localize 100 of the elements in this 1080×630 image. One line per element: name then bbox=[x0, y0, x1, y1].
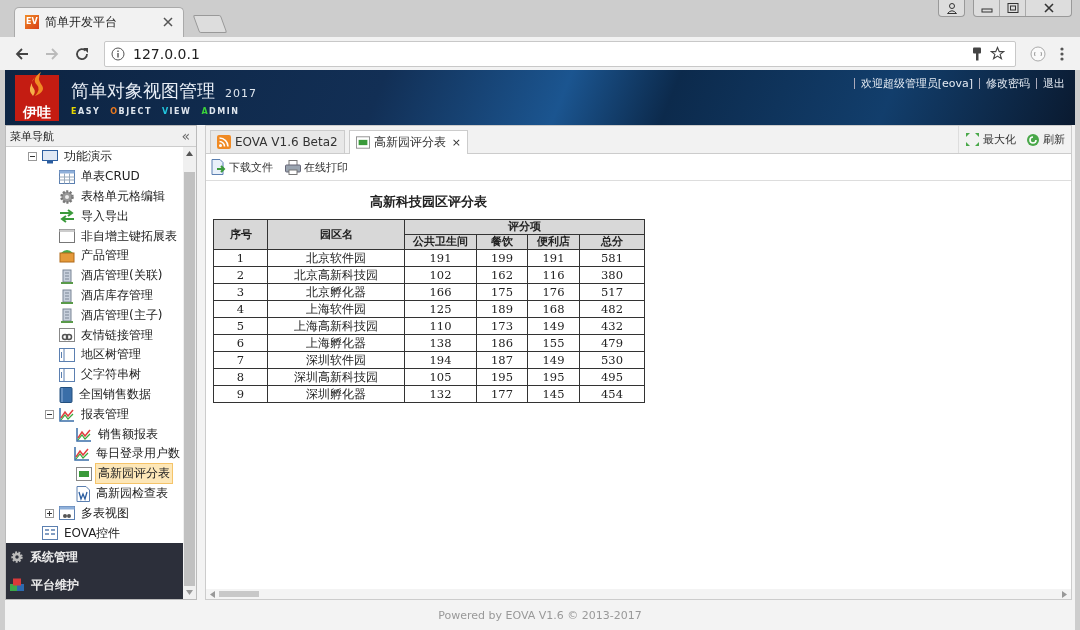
table-cell: 482 bbox=[579, 300, 645, 318]
restore-icon bbox=[1006, 2, 1019, 14]
toolbar-button[interactable]: 刷新 bbox=[1026, 132, 1065, 148]
tree-item[interactable]: 每日登录用户数 bbox=[93, 443, 183, 465]
collapse-toggle[interactable] bbox=[28, 152, 37, 162]
tree-item[interactable]: 高新园检查表 bbox=[93, 483, 171, 504]
table-cell: 191 bbox=[527, 249, 580, 267]
tree-item[interactable]: 酒店库存管理 bbox=[78, 285, 156, 307]
table-cell: 深圳软件园 bbox=[267, 351, 405, 369]
menu-icon[interactable] bbox=[1060, 45, 1064, 62]
table-cell: 上海高新科技园 bbox=[267, 317, 405, 335]
table-cell: 6 bbox=[213, 334, 268, 352]
app-year: 2017 bbox=[225, 87, 257, 101]
tree-item[interactable]: 产品管理 bbox=[78, 245, 132, 267]
table-cell: 7 bbox=[213, 351, 268, 369]
collapse-toggle[interactable] bbox=[45, 409, 54, 419]
column-group-header: 评分项 bbox=[404, 219, 645, 235]
list-icon bbox=[59, 367, 75, 382]
tab[interactable]: EOVA V1.6 Beta2 bbox=[210, 130, 345, 154]
tree-item[interactable]: 父字符串树 bbox=[78, 364, 144, 386]
table-cell: 5 bbox=[213, 317, 268, 335]
table-cell: 517 bbox=[579, 283, 645, 301]
browser-tab[interactable]: EV 简单开发平台 bbox=[14, 7, 184, 37]
tab-close[interactable]: × bbox=[451, 136, 461, 150]
tree-item[interactable]: EOVA控件 bbox=[61, 522, 124, 543]
table-cell: 8 bbox=[213, 368, 268, 386]
panel-title: 菜单导航 bbox=[10, 128, 54, 144]
table-cell: 530 bbox=[579, 351, 645, 369]
tagline-word: VIEW bbox=[161, 107, 192, 117]
table-cell: 186 bbox=[476, 334, 528, 352]
building-icon bbox=[59, 287, 75, 304]
table-cell: 187 bbox=[476, 351, 528, 369]
tree-item[interactable]: 导入导出 bbox=[78, 205, 132, 227]
table-cell: 102 bbox=[404, 266, 477, 284]
table-cell: 145 bbox=[527, 385, 580, 403]
box-icon bbox=[59, 248, 75, 264]
printer-icon bbox=[285, 159, 301, 175]
up-arrow-icon[interactable] bbox=[186, 151, 193, 157]
tagline-word: OBJECT bbox=[110, 107, 152, 117]
tree-item[interactable]: 多表视图 bbox=[78, 502, 132, 524]
tree-item[interactable]: 非自增主键拓展表 bbox=[78, 225, 180, 247]
address-bar[interactable]: 127.0.0.1 bbox=[104, 40, 1016, 67]
tree-item[interactable]: 酒店管理(主子) bbox=[78, 304, 166, 326]
expand-toggle[interactable] bbox=[45, 508, 54, 518]
tree-item[interactable]: 报表管理 bbox=[78, 403, 132, 425]
table-cell: 116 bbox=[527, 266, 580, 284]
table-cell: 199 bbox=[476, 249, 528, 267]
right-arrow-icon[interactable] bbox=[1062, 590, 1067, 598]
tree-item[interactable]: 单表CRUD bbox=[78, 166, 143, 188]
table-cell: 432 bbox=[579, 317, 645, 335]
toolbar-button[interactable]: 在线打印 bbox=[285, 159, 348, 175]
table-cell: 195 bbox=[527, 368, 580, 386]
logo: 伊哇 bbox=[15, 74, 59, 121]
reload-icon[interactable] bbox=[74, 45, 90, 62]
tree-item[interactable]: 功能演示 bbox=[61, 147, 115, 168]
column-header: 序号 bbox=[213, 219, 268, 250]
tree-item[interactable]: 表格单元格编辑 bbox=[78, 186, 168, 208]
collapse-button[interactable]: « bbox=[181, 129, 190, 144]
chart-icon bbox=[59, 406, 75, 422]
table-cell: 深圳孵化器 bbox=[267, 385, 405, 403]
tree-item[interactable]: 高新园评分表 bbox=[95, 463, 173, 485]
table-cell: 177 bbox=[476, 385, 528, 403]
star-icon[interactable] bbox=[990, 46, 1005, 61]
tab[interactable]: 高新园评分表 × bbox=[348, 130, 468, 155]
tree-item[interactable]: 地区树管理 bbox=[78, 344, 144, 366]
rss-icon bbox=[217, 135, 231, 150]
menu-section[interactable]: 系统管理 bbox=[6, 543, 183, 571]
table-cell: 166 bbox=[404, 283, 477, 301]
header-link[interactable]: 退出 bbox=[1043, 76, 1065, 92]
building-icon bbox=[59, 307, 75, 324]
table-cell: 4 bbox=[213, 300, 268, 318]
table-cell: 2 bbox=[213, 266, 268, 284]
tree-item[interactable]: 销售额报表 bbox=[95, 423, 161, 445]
key-icon[interactable] bbox=[972, 46, 982, 61]
tagline-word: EASY bbox=[71, 107, 101, 117]
table-cell: 138 bbox=[404, 334, 477, 352]
window-icon bbox=[59, 229, 75, 244]
back-icon[interactable] bbox=[14, 45, 30, 62]
table-cell: 194 bbox=[404, 351, 477, 369]
table-cell: 深圳高新科技园 bbox=[267, 368, 405, 386]
header-link[interactable]: 修改密码 bbox=[986, 76, 1030, 92]
report-title: 高新科技园区评分表 bbox=[369, 193, 488, 212]
scrollbar[interactable] bbox=[183, 147, 196, 599]
tree-item[interactable]: 酒店管理(关联) bbox=[78, 265, 166, 287]
profile-button[interactable] bbox=[938, 0, 965, 17]
arrows-icon bbox=[59, 209, 75, 224]
table-cell: 168 bbox=[527, 300, 580, 318]
tree-item[interactable]: 全国销售数据 bbox=[76, 384, 154, 406]
left-arrow-icon[interactable] bbox=[210, 590, 215, 598]
menu-section[interactable]: 平台维护 bbox=[6, 571, 183, 599]
toolbar-button[interactable]: 下载文件 bbox=[211, 159, 273, 176]
info-icon[interactable] bbox=[111, 46, 125, 61]
tree-item[interactable]: 友情链接管理 bbox=[78, 324, 156, 346]
header-link[interactable]: 欢迎超级管理员[eova] bbox=[860, 76, 973, 92]
gear-icon bbox=[10, 550, 24, 564]
person-icon bbox=[945, 2, 958, 14]
monitor-icon bbox=[42, 149, 58, 164]
close-icon[interactable] bbox=[163, 17, 173, 28]
toolbar-button[interactable]: 最大化 bbox=[965, 132, 1016, 148]
scrollbar[interactable] bbox=[206, 589, 1071, 599]
